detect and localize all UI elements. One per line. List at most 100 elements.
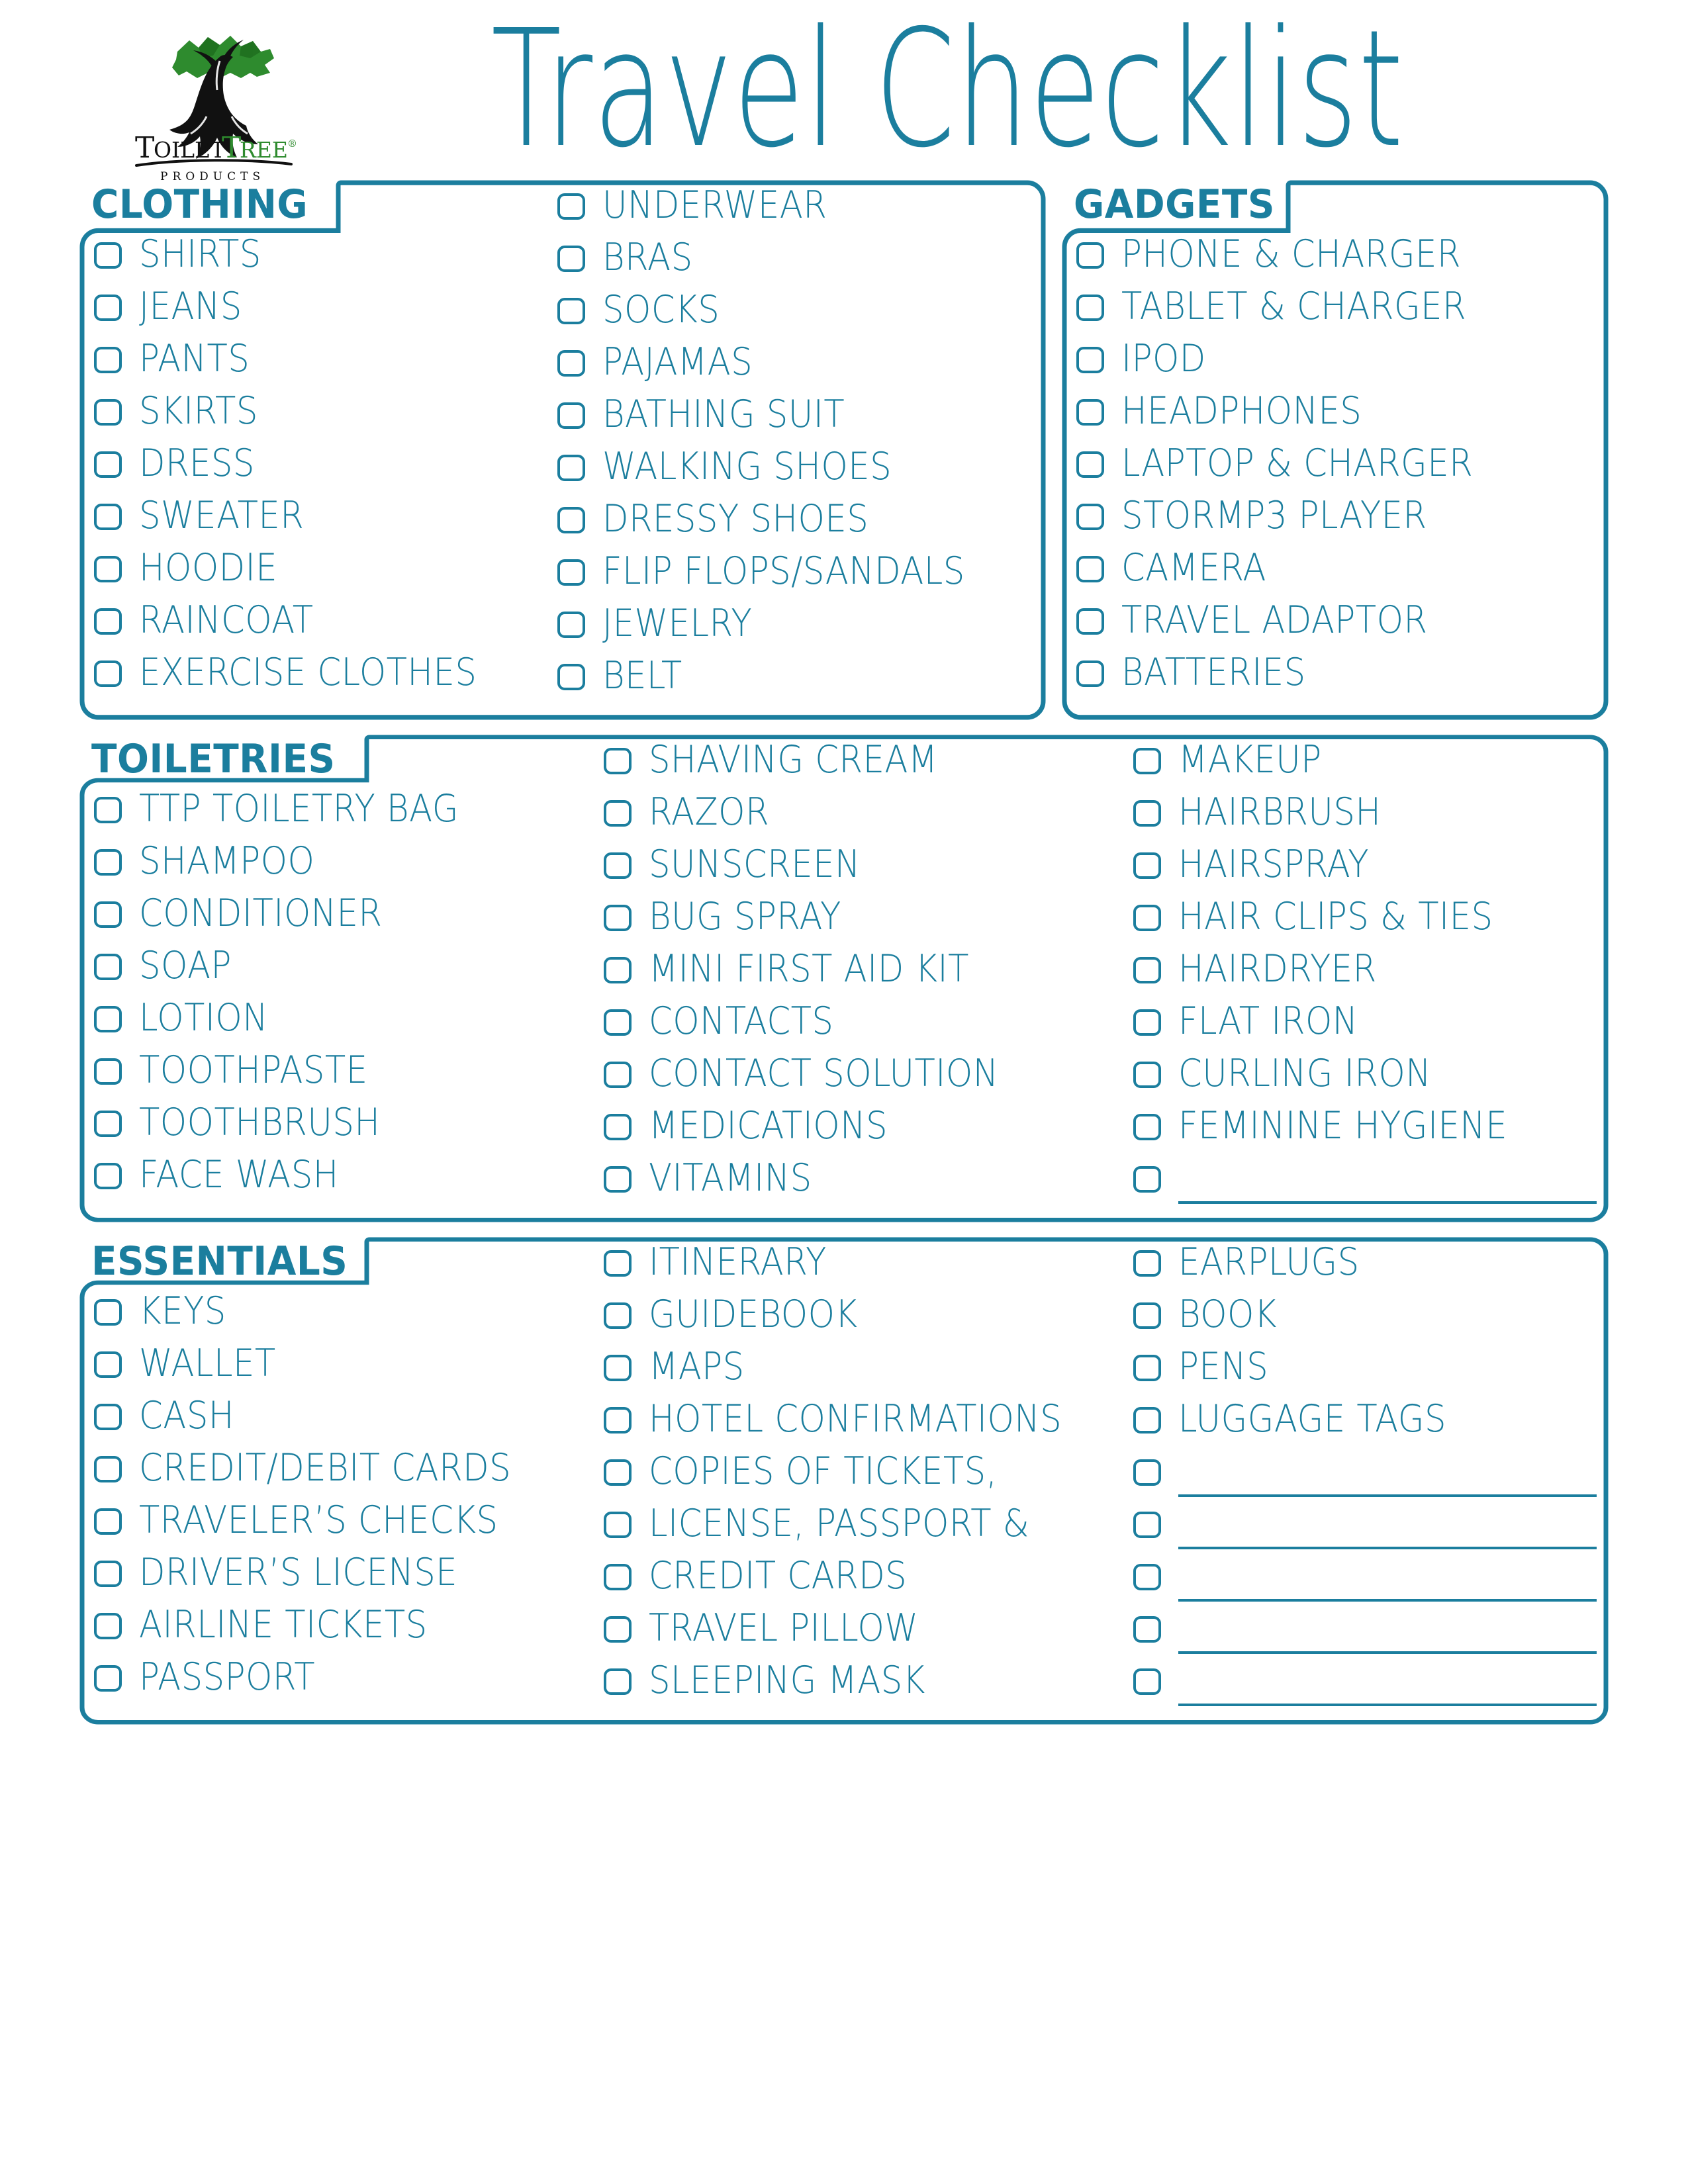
checkbox-icon[interactable]: [94, 608, 122, 635]
checkbox-icon[interactable]: [1133, 1563, 1161, 1590]
checklist-item[interactable]: BELT: [557, 651, 1021, 703]
checkbox-icon[interactable]: [1133, 904, 1161, 931]
checkbox-icon[interactable]: [1133, 1354, 1161, 1381]
checklist-item[interactable]: PANTS: [94, 334, 557, 386]
checklist-item[interactable]: TRAVELER’S CHECKS: [94, 1495, 604, 1547]
checkbox-icon[interactable]: [604, 1668, 632, 1695]
checklist-item[interactable]: TRAVEL PILLOW: [604, 1603, 1133, 1655]
checklist-item[interactable]: LOTION: [94, 993, 604, 1045]
checkbox-icon[interactable]: [94, 1664, 122, 1692]
checklist-item[interactable]: CURLING IRON: [1133, 1048, 1597, 1101]
checkbox-icon[interactable]: [1133, 1615, 1161, 1643]
checkbox-icon[interactable]: [604, 1302, 632, 1329]
checklist-item[interactable]: DRESS: [94, 438, 557, 490]
checkbox-icon[interactable]: [1133, 747, 1161, 774]
checklist-item[interactable]: CASH: [94, 1390, 604, 1443]
checklist-item[interactable]: SLEEPING MASK: [604, 1655, 1133, 1707]
write-in-line[interactable]: [1178, 1176, 1597, 1204]
checklist-item[interactable]: WALKING SHOES: [557, 441, 1021, 494]
checkbox-icon[interactable]: [94, 1298, 122, 1326]
write-in-line[interactable]: [1178, 1469, 1597, 1497]
checkbox-icon[interactable]: [1076, 294, 1104, 321]
checklist-item[interactable]: MEDICATIONS: [604, 1101, 1133, 1153]
checklist-item[interactable]: PHONE & CHARGER: [1076, 229, 1593, 281]
checkbox-icon[interactable]: [1076, 346, 1104, 373]
checklist-item[interactable]: BATHING SUIT: [557, 389, 1021, 441]
checkbox-icon[interactable]: [1133, 1009, 1161, 1036]
checklist-item[interactable]: LICENSE, PASSPORT &: [604, 1498, 1133, 1551]
checkbox-icon[interactable]: [604, 1061, 632, 1088]
checklist-item[interactable]: PAJAMAS: [557, 337, 1021, 389]
checklist-item[interactable]: TOOTHBRUSH: [94, 1097, 604, 1150]
checkbox-icon[interactable]: [1133, 1113, 1161, 1140]
checklist-item-writein[interactable]: [1133, 1153, 1597, 1205]
checkbox-icon[interactable]: [94, 1058, 122, 1085]
checkbox-icon[interactable]: [557, 402, 585, 429]
checklist-item-writein[interactable]: [1133, 1551, 1597, 1603]
checklist-item[interactable]: SWEATER: [94, 490, 557, 543]
write-in-line[interactable]: [1178, 1574, 1597, 1602]
checkbox-icon[interactable]: [604, 1354, 632, 1381]
checkbox-icon[interactable]: [604, 1113, 632, 1140]
checklist-item[interactable]: MAPS: [604, 1342, 1133, 1394]
checkbox-icon[interactable]: [604, 1459, 632, 1486]
checkbox-icon[interactable]: [94, 346, 122, 373]
checklist-item-writein[interactable]: [1133, 1603, 1597, 1655]
checklist-item[interactable]: COPIES OF TICKETS,: [604, 1446, 1133, 1498]
checkbox-icon[interactable]: [94, 1351, 122, 1378]
checkbox-icon[interactable]: [1076, 555, 1104, 582]
checklist-item[interactable]: BATTERIES: [1076, 647, 1593, 700]
checklist-item[interactable]: RAINCOAT: [94, 595, 557, 647]
checkbox-icon[interactable]: [1133, 1165, 1161, 1193]
checkbox-icon[interactable]: [1076, 608, 1104, 635]
checklist-item[interactable]: EARPLUGS: [1133, 1237, 1597, 1289]
checklist-item[interactable]: SOAP: [94, 940, 604, 993]
checklist-item[interactable]: JEANS: [94, 281, 557, 334]
checklist-item[interactable]: MINI FIRST AID KIT: [604, 944, 1133, 996]
checkbox-icon[interactable]: [94, 503, 122, 530]
checklist-item[interactable]: HAIR CLIPS & TIES: [1133, 891, 1597, 944]
checkbox-icon[interactable]: [604, 747, 632, 774]
checklist-item[interactable]: CREDIT CARDS: [604, 1551, 1133, 1603]
checkbox-icon[interactable]: [557, 297, 585, 324]
checklist-item[interactable]: AIRLINE TICKETS: [94, 1600, 604, 1652]
checkbox-icon[interactable]: [1133, 1406, 1161, 1433]
checkbox-icon[interactable]: [94, 796, 122, 823]
checkbox-icon[interactable]: [557, 193, 585, 220]
checkbox-icon[interactable]: [604, 956, 632, 983]
checkbox-icon[interactable]: [1133, 956, 1161, 983]
checkbox-icon[interactable]: [1133, 1250, 1161, 1277]
checkbox-icon[interactable]: [94, 953, 122, 980]
checklist-item[interactable]: CONTACTS: [604, 996, 1133, 1048]
checkbox-icon[interactable]: [557, 349, 585, 377]
checklist-item[interactable]: MAKEUP: [1133, 735, 1597, 787]
checkbox-icon[interactable]: [94, 1162, 122, 1189]
write-in-line[interactable]: [1178, 1522, 1597, 1549]
checklist-item[interactable]: BOOK: [1133, 1289, 1597, 1342]
checkbox-icon[interactable]: [557, 559, 585, 586]
checkbox-icon[interactable]: [1076, 242, 1104, 269]
checklist-item[interactable]: PASSPORT: [94, 1652, 604, 1704]
checkbox-icon[interactable]: [94, 1455, 122, 1482]
checklist-item[interactable]: SHIRTS: [94, 229, 557, 281]
checkbox-icon[interactable]: [557, 611, 585, 638]
checkbox-icon[interactable]: [604, 852, 632, 879]
checklist-item[interactable]: HAIRDRYER: [1133, 944, 1597, 996]
checklist-item[interactable]: SHAVING CREAM: [604, 735, 1133, 787]
checkbox-icon[interactable]: [94, 294, 122, 321]
checkbox-icon[interactable]: [1076, 503, 1104, 530]
checkbox-icon[interactable]: [94, 1508, 122, 1535]
checklist-item[interactable]: EXERCISE CLOTHES: [94, 647, 557, 700]
checklist-item[interactable]: CAMERA: [1076, 543, 1593, 595]
checkbox-icon[interactable]: [94, 398, 122, 426]
checklist-item[interactable]: BUG SPRAY: [604, 891, 1133, 944]
checklist-item[interactable]: VITAMINS: [604, 1153, 1133, 1205]
checkbox-icon[interactable]: [1133, 1668, 1161, 1695]
checklist-item[interactable]: SUNSCREEN: [604, 839, 1133, 891]
checklist-item[interactable]: HAIRSPRAY: [1133, 839, 1597, 891]
checklist-item[interactable]: ITINERARY: [604, 1237, 1133, 1289]
checkbox-icon[interactable]: [94, 1560, 122, 1587]
checkbox-icon[interactable]: [1133, 1511, 1161, 1538]
checklist-item[interactable]: WALLET: [94, 1338, 604, 1390]
checkbox-icon[interactable]: [94, 1005, 122, 1032]
